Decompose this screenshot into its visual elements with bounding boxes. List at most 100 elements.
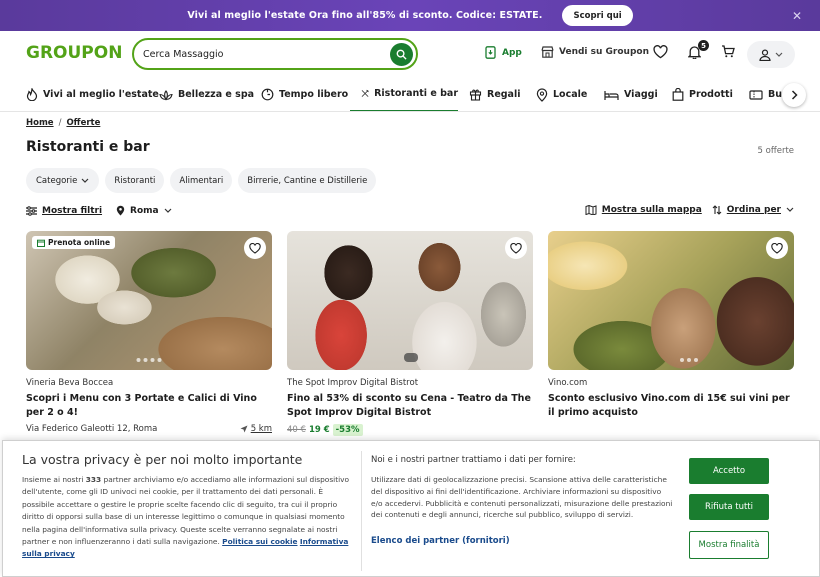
location-label: Roma (130, 205, 159, 216)
show-map-button[interactable]: Mostra sulla mappa (585, 205, 702, 215)
search-input[interactable] (143, 48, 383, 60)
promo-text: Vivi al meglio l'estate Ora fino all'85%… (187, 10, 543, 21)
deal-image[interactable] (287, 231, 533, 370)
nav-item-travel[interactable]: Viaggi (604, 77, 658, 111)
video-indicator-icon (404, 353, 418, 362)
privacy-title: La vostra privacy è per noi molto import… (22, 452, 303, 467)
promo-discover-button[interactable]: Scopri qui (562, 5, 633, 26)
nav-item-restaurants[interactable]: Ristoranti e bar (350, 77, 458, 111)
store-icon (541, 46, 554, 58)
cookie-policy-link[interactable]: Politica sui cookie (222, 537, 297, 546)
nav-label: Locale (553, 89, 588, 100)
app-link[interactable]: App (485, 46, 522, 59)
nav-item-gifts[interactable]: Regali (469, 77, 520, 111)
deal-title[interactable]: Sconto esclusivo Vino.com di 15€ sui vin… (548, 392, 794, 420)
deal-card[interactable]: Prenota online Vineria Beva Boccea Scopr… (26, 231, 272, 434)
sort-select[interactable]: Ordina per (712, 205, 794, 215)
nav-item-summer[interactable]: Vivi al meglio l'estate (26, 77, 159, 111)
nav-label: Vivi al meglio l'estate (43, 89, 159, 100)
deal-image[interactable] (548, 231, 794, 370)
cutlery-icon (361, 89, 369, 97)
deal-address: Via Federico Galeotti 12, Roma (26, 424, 158, 434)
chevron-right-icon (791, 90, 798, 100)
merchant-name: Vino.com (548, 378, 588, 388)
price-row: 40 € 19 € -53% (287, 424, 533, 436)
chip-groceries[interactable]: Alimentari (170, 168, 233, 193)
nav-label: Ristoranti e bar (374, 88, 458, 99)
account-menu-button[interactable] (747, 41, 795, 68)
show-filters-button[interactable]: Mostra filtri (26, 206, 102, 216)
chip-categories[interactable]: Categorie (26, 168, 100, 193)
chevron-down-icon (164, 208, 172, 213)
sort-label: Ordina per (726, 205, 781, 215)
nav-scroll-right-button[interactable] (782, 83, 806, 107)
merchant-name: The Spot Improv Digital Bistrot (287, 378, 419, 388)
user-icon (759, 48, 771, 61)
merchant-name: Vineria Beva Boccea (26, 378, 114, 388)
shopping-bag-icon (672, 88, 684, 101)
cart-icon[interactable] (721, 45, 735, 61)
sell-label: Vendi su Groupon (559, 47, 649, 57)
partners-list-link[interactable]: Elenco dei partner (fornitori) (371, 536, 510, 546)
discount-badge: -53% (332, 424, 363, 436)
nav-label: Prodotti (689, 89, 733, 100)
privacy-consent-banner: La vostra privacy è per noi molto import… (2, 440, 820, 577)
nav-label: Viaggi (624, 89, 658, 100)
deal-location: Via Federico Galeotti 12, Roma 5 km (26, 424, 272, 434)
category-nav: Vivi al meglio l'estate Bellezza e spa T… (0, 77, 820, 112)
purposes-body: Utilizzare dati di geolocalizzazione pre… (371, 475, 673, 520)
close-icon[interactable]: ✕ (792, 9, 802, 23)
show-purposes-button[interactable]: Mostra finalità (689, 531, 769, 559)
search-bar[interactable] (132, 38, 418, 70)
heart-icon[interactable] (653, 45, 668, 62)
nav-item-leisure[interactable]: Tempo libero (261, 77, 348, 111)
breadcrumb-separator: / (58, 118, 62, 128)
reject-all-button[interactable]: Rifiuta tutti (689, 494, 769, 520)
chevron-down-icon (775, 52, 783, 57)
sell-link[interactable]: Vendi su Groupon (541, 46, 649, 58)
app-label: App (502, 47, 522, 58)
navigation-arrow-icon (240, 425, 248, 433)
chip-breweries[interactable]: Birrerie, Cantine e Distillerie (238, 168, 377, 193)
deal-title[interactable]: Scopri i Menu con 3 Portate e Calici di … (26, 392, 272, 420)
chip-restaurants[interactable]: Ristoranti (105, 168, 165, 193)
location-pin-icon (116, 205, 125, 216)
sort-icon (712, 205, 722, 215)
deal-title[interactable]: Fino al 53% di sconto su Cena - Teatro d… (287, 392, 533, 420)
notification-badge: 5 (698, 40, 709, 51)
nav-item-beauty[interactable]: Bellezza e spa (159, 77, 254, 111)
accept-button[interactable]: Accetto (689, 458, 769, 484)
deal-card[interactable]: The Spot Improv Digital Bistrot Fino al … (287, 231, 533, 436)
voucher-icon (749, 89, 763, 100)
location-select[interactable]: Roma (116, 205, 172, 216)
deal-image[interactable]: Prenota online (26, 231, 272, 370)
nav-item-products[interactable]: Prodotti (672, 77, 733, 111)
heart-icon[interactable] (766, 237, 788, 259)
phone-icon (485, 46, 496, 59)
breadcrumb: Home / Offerte (26, 118, 100, 128)
flame-icon (26, 88, 38, 101)
search-button[interactable] (390, 43, 413, 66)
promo-bar: Vivi al meglio l'estate Ora fino all'85%… (0, 0, 820, 31)
carousel-dots[interactable] (136, 358, 162, 362)
ticket-icon (261, 88, 274, 101)
lotus-icon (159, 89, 173, 101)
bed-icon (604, 90, 619, 100)
map-icon (585, 205, 597, 215)
nav-item-local[interactable]: Locale (536, 77, 588, 111)
category-chips: Categorie Ristoranti Alimentari Birrerie… (26, 168, 377, 193)
carousel-dots[interactable] (680, 358, 698, 362)
calendar-icon (37, 239, 45, 247)
heart-icon[interactable] (505, 237, 527, 259)
original-price: 40 € (287, 425, 306, 435)
divider (361, 451, 362, 571)
breadcrumb-offers[interactable]: Offerte (66, 118, 100, 128)
search-icon (396, 49, 407, 60)
show-map-label: Mostra sulla mappa (601, 205, 702, 215)
page-title: Ristoranti e bar (26, 139, 150, 155)
heart-icon[interactable] (244, 237, 266, 259)
deal-card[interactable]: Vino.com Sconto esclusivo Vino.com di 15… (548, 231, 794, 420)
view-controls: Mostra sulla mappa Ordina per (585, 205, 794, 215)
breadcrumb-home[interactable]: Home (26, 118, 54, 128)
groupon-logo[interactable]: GROUPON (26, 43, 122, 63)
